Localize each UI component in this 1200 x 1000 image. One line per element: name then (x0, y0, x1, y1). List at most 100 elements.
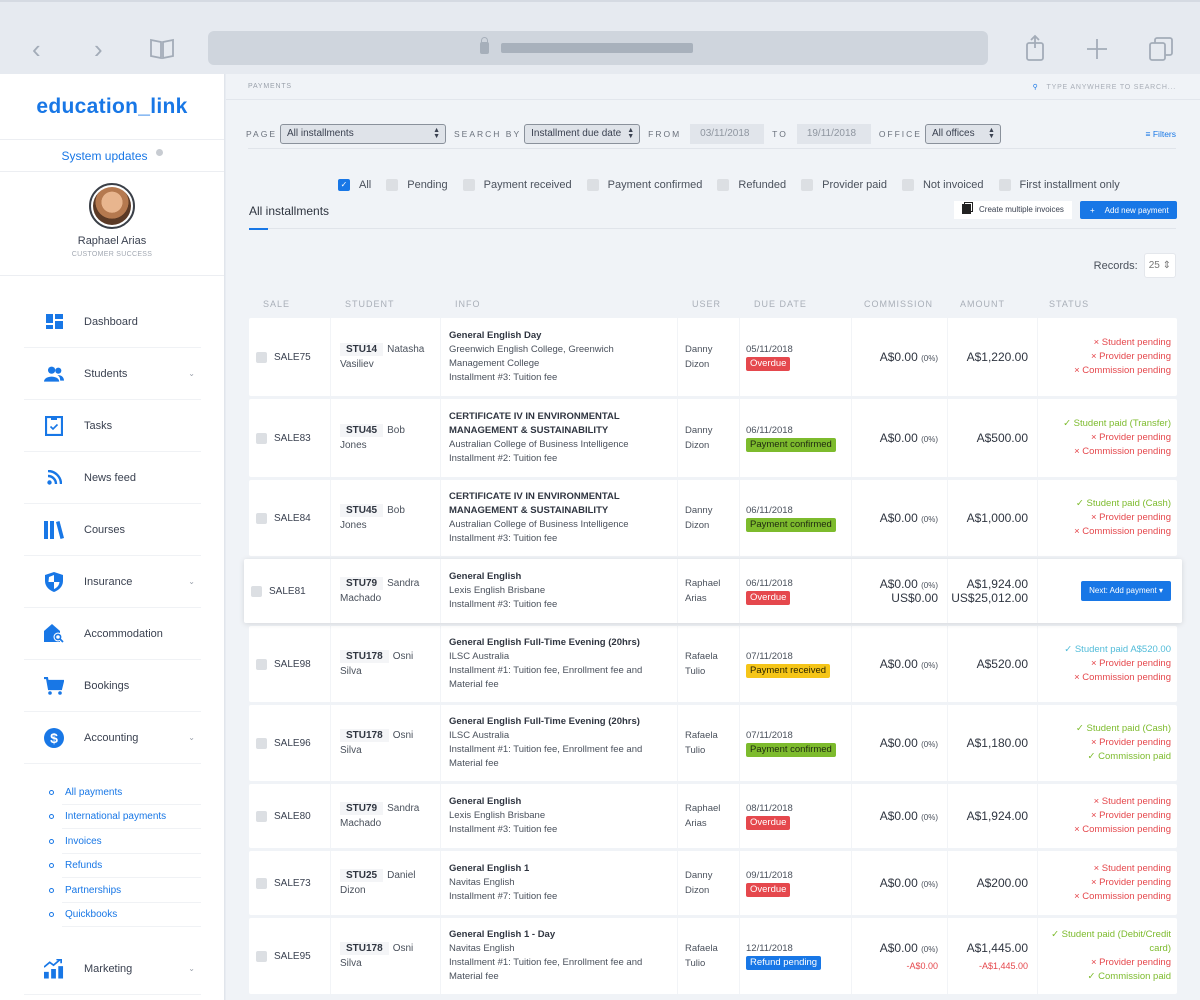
student-id-badge[interactable]: STU79 (340, 802, 384, 815)
submenu-partnerships[interactable]: Partnerships (46, 878, 201, 903)
avatar[interactable] (89, 183, 135, 229)
status-filter-refunded[interactable]: Refunded (717, 179, 786, 191)
student-id-badge[interactable]: STU45 (340, 424, 384, 437)
add-new-payment-button[interactable]: + Add new payment (1080, 201, 1177, 219)
student-id-badge[interactable]: STU14 (340, 343, 384, 356)
tabs-icon[interactable] (1148, 36, 1174, 62)
table-row[interactable]: SALE80 STU79 Sandra Machado General Engli… (249, 784, 1177, 848)
submenu-international-payments[interactable]: International payments (46, 805, 201, 830)
row-checkbox[interactable] (251, 585, 262, 597)
checkbox[interactable] (586, 179, 599, 191)
chevron-down-icon[interactable]: ⌄ (188, 369, 195, 378)
sidebar-item-accounting[interactable]: $ Accounting ⌄ (24, 712, 201, 764)
table-row[interactable]: SALE81 STU79 Sandra Machado General Engli… (244, 559, 1182, 623)
sale-id[interactable]: SALE96 (274, 738, 311, 749)
student-id-badge[interactable]: STU79 (340, 577, 384, 590)
row-checkbox[interactable] (256, 351, 267, 363)
sale-id[interactable]: SALE95 (274, 951, 311, 962)
table-row[interactable]: SALE75 STU14 Natasha Vasiliev General Eng… (249, 318, 1177, 396)
row-checkbox[interactable] (256, 877, 267, 889)
chevron-down-icon[interactable]: ⌄ (188, 577, 195, 586)
checkbox[interactable] (717, 179, 730, 191)
sale-id[interactable]: SALE83 (274, 433, 311, 444)
column-header-student[interactable]: STUDENT (345, 299, 395, 309)
status-filter-payment-confirmed[interactable]: Payment confirmed (586, 179, 702, 191)
next-add-payment-button[interactable]: Next: Add payment ▾ (1081, 581, 1171, 601)
sale-id[interactable]: SALE73 (274, 878, 311, 889)
chevron-down-icon[interactable]: ⌄ (188, 733, 195, 742)
chevron-down-icon[interactable]: ⌄ (188, 964, 195, 973)
status-filter-provider-paid[interactable]: Provider paid (801, 179, 887, 191)
status-filter-first-installment-only[interactable]: First installment only (998, 179, 1120, 191)
from-date-input[interactable]: 03/11/2018 (690, 124, 765, 144)
forward-icon[interactable]: › (94, 36, 103, 62)
system-updates-link[interactable]: System updates (0, 140, 224, 172)
sidebar-item-accommodation[interactable]: Accommodation (24, 608, 201, 660)
table-row[interactable]: SALE84 STU45 Bob Jones CERTIFICATE IV IN … (249, 480, 1177, 556)
table-row[interactable]: SALE95 STU178 Osni Silva General English … (249, 918, 1177, 994)
sale-id[interactable]: SALE84 (274, 513, 311, 524)
table-row[interactable]: SALE96 STU178 Osni Silva General English … (249, 705, 1177, 781)
sidebar-item-dashboard[interactable]: Dashboard (24, 296, 201, 348)
checkbox[interactable] (386, 179, 399, 191)
sidebar-item-courses[interactable]: Courses (24, 504, 201, 556)
office-select[interactable]: All offices ▲ ▼ (924, 124, 1001, 144)
status-filter-all[interactable]: ✓ All (338, 179, 371, 191)
column-header-amount[interactable]: AMOUNT (960, 299, 1005, 309)
share-icon[interactable] (1024, 34, 1046, 62)
sidebar-item-bookings[interactable]: Bookings (24, 660, 201, 712)
student-id-badge[interactable]: STU178 (340, 650, 389, 663)
sidebar-item-tasks[interactable]: Tasks (24, 400, 201, 452)
logo[interactable]: education_link (0, 74, 224, 140)
new-tab-icon[interactable] (1086, 38, 1108, 60)
status-filter-not-invoiced[interactable]: Not invoiced (901, 179, 984, 191)
checkbox[interactable] (462, 179, 475, 191)
tab-all-installments[interactable]: All installments (249, 204, 329, 218)
table-row[interactable]: SALE98 STU178 Osni Silva General English … (249, 626, 1177, 702)
row-checkbox[interactable] (256, 512, 267, 524)
page-select[interactable]: All installments ▲ ▼ (280, 124, 446, 144)
table-row[interactable]: SALE73 STU25 Daniel Dizon General English… (249, 851, 1177, 915)
checkbox[interactable] (801, 179, 814, 191)
submenu-refunds[interactable]: Refunds (46, 854, 201, 879)
submenu-quickbooks[interactable]: Quickbooks (46, 903, 201, 928)
column-header-info[interactable]: INFO (455, 299, 481, 309)
address-bar[interactable] (208, 31, 988, 65)
global-search[interactable]: ⚲ TYPE ANYWHERE TO SEARCH... (1033, 83, 1176, 91)
student-id-badge[interactable]: STU178 (340, 942, 389, 955)
status-filter-payment-received[interactable]: Payment received (462, 179, 572, 191)
student-id-badge[interactable]: STU178 (340, 729, 389, 742)
column-header-status[interactable]: STATUS (1049, 299, 1089, 309)
sidebar-item-students[interactable]: Students ⌄ (24, 348, 201, 400)
filters-button[interactable]: ≡ Filters (1146, 129, 1176, 139)
checkbox[interactable]: ✓ (338, 179, 350, 191)
sale-id[interactable]: SALE75 (274, 352, 311, 363)
column-header-due-date[interactable]: DUE DATE (754, 299, 807, 309)
sale-id[interactable]: SALE98 (274, 659, 311, 670)
checkbox[interactable] (901, 179, 914, 191)
sale-id[interactable]: SALE81 (269, 586, 306, 597)
sidebar-item-news-feed[interactable]: News feed (24, 452, 201, 504)
row-checkbox[interactable] (256, 737, 267, 749)
row-checkbox[interactable] (256, 432, 267, 444)
row-checkbox[interactable] (256, 810, 267, 822)
student-id-badge[interactable]: STU45 (340, 504, 384, 517)
column-header-sale[interactable]: SALE (263, 299, 290, 309)
bookmarks-icon[interactable] (149, 38, 175, 60)
submenu-invoices[interactable]: Invoices (46, 829, 201, 854)
sale-id[interactable]: SALE80 (274, 811, 311, 822)
table-row[interactable]: SALE83 STU45 Bob Jones CERTIFICATE IV IN … (249, 399, 1177, 477)
records-select[interactable]: 25 ⇕ (1143, 253, 1176, 278)
column-header-user[interactable]: USER (692, 299, 721, 309)
row-checkbox[interactable] (256, 950, 267, 962)
search-by-select[interactable]: Installment due date ▲ ▼ (524, 124, 641, 144)
column-header-commission[interactable]: COMMISSION (864, 299, 933, 309)
checkbox[interactable] (998, 179, 1011, 191)
sidebar-item-insurance[interactable]: Insurance ⌄ (24, 556, 201, 608)
row-checkbox[interactable] (256, 658, 267, 670)
back-icon[interactable]: ‹ (32, 36, 41, 62)
create-multiple-invoices-button[interactable]: Create multiple invoices (954, 201, 1072, 219)
to-date-input[interactable]: 19/11/2018 (796, 124, 871, 144)
status-filter-pending[interactable]: Pending (386, 179, 448, 191)
student-id-badge[interactable]: STU25 (340, 869, 384, 882)
